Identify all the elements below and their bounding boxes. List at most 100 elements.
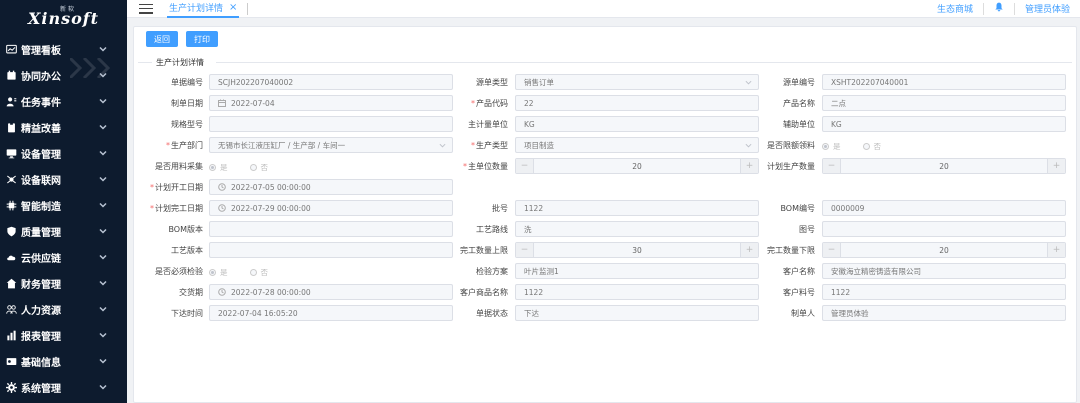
- bom-no-field[interactable]: 0000009: [822, 200, 1066, 216]
- main-unit-label-text: 主计量单位: [468, 120, 508, 129]
- source-type-field[interactable]: 销售订单: [515, 74, 759, 90]
- user-menu[interactable]: 管理员体验: [1015, 2, 1080, 15]
- status-value: 下达: [524, 308, 539, 318]
- cust-part-field[interactable]: 1122: [822, 284, 1066, 300]
- chevron-down-icon: [745, 79, 752, 86]
- main-unit-field[interactable]: KG: [515, 116, 759, 132]
- doc-date-label-text: 制单日期: [171, 99, 203, 108]
- lower-stepper[interactable]: − 20 +: [822, 242, 1066, 258]
- bom-no-value: 0000009: [831, 203, 865, 213]
- prod-type-field[interactable]: 项目制造: [515, 137, 759, 153]
- product-code-field[interactable]: 22: [515, 95, 759, 111]
- sidebar-item-label: 人力资源: [21, 305, 61, 317]
- sidebar-item[interactable]: 财务管理: [0, 270, 127, 296]
- bell-icon[interactable]: [984, 2, 1014, 15]
- route-ver-label: 工艺版本: [171, 245, 203, 256]
- finance-icon: [5, 277, 17, 289]
- sidebar-item[interactable]: 任务事件: [0, 88, 127, 114]
- doc-no-field[interactable]: SCJH202207040002: [209, 74, 453, 90]
- eco-mall-link[interactable]: 生态商城: [927, 2, 983, 15]
- route-field[interactable]: 洗: [515, 221, 759, 237]
- print-button[interactable]: 打印: [186, 31, 218, 47]
- sidebar-item-label: 报表管理: [21, 331, 61, 343]
- drawing-field[interactable]: [822, 221, 1066, 237]
- product-name-value: 二点: [831, 98, 846, 108]
- sidebar-item[interactable]: 质量管理: [0, 218, 127, 244]
- doc-date-field[interactable]: 2022-07-04: [209, 95, 453, 111]
- id-card-icon: [5, 355, 17, 367]
- radio-no[interactable]: 否: [862, 141, 882, 152]
- radio-yes-label: 是: [833, 142, 841, 151]
- radio-yes[interactable]: 是: [209, 267, 228, 278]
- cust-part-label-text: 客户料号: [783, 288, 815, 297]
- increment-button[interactable]: +: [1047, 159, 1065, 173]
- radio-no-label: 否: [873, 142, 882, 151]
- sidebar-item[interactable]: 精益改善: [0, 114, 127, 140]
- issue-time-value: 2022-07-04 16:05:20: [218, 308, 298, 318]
- sidebar-item[interactable]: 云供应链: [0, 244, 127, 270]
- tab-production-plan-detail[interactable]: 生产计划详情 ×: [167, 0, 240, 18]
- sidebar-item[interactable]: 报表管理: [0, 322, 127, 348]
- batch-no-field[interactable]: 1122: [515, 200, 759, 216]
- sidebar-item[interactable]: 协同办公: [0, 62, 127, 88]
- radio-no[interactable]: 否: [249, 267, 268, 278]
- plan-end-field[interactable]: 2022-07-29 00:00:00: [209, 200, 453, 216]
- route-ver-field[interactable]: [209, 242, 453, 258]
- chip-icon: [5, 199, 17, 211]
- product-name-field[interactable]: 二点: [822, 95, 1066, 111]
- spec-field[interactable]: [209, 116, 453, 132]
- product-code-label: *产品代码: [471, 98, 508, 109]
- sidebar-item[interactable]: 系统管理: [0, 374, 127, 400]
- plan-qty-stepper[interactable]: − 20 +: [822, 158, 1066, 174]
- increment-button[interactable]: +: [740, 243, 758, 257]
- decrement-button[interactable]: −: [516, 243, 534, 257]
- network-icon: [5, 173, 17, 185]
- decrement-button[interactable]: −: [823, 159, 841, 173]
- chevron-down-icon: [99, 383, 107, 391]
- sidebar-item[interactable]: 设备管理: [0, 140, 127, 166]
- tab-close-icon[interactable]: ×: [229, 2, 237, 13]
- spec-label-text: 规格型号: [171, 120, 203, 129]
- upper-stepper[interactable]: − 30 +: [515, 242, 759, 258]
- plan-start-field[interactable]: 2022-07-05 00:00:00: [209, 179, 453, 195]
- sidebar-item[interactable]: 管理看板: [0, 36, 127, 62]
- sidebar-item[interactable]: 人力资源: [0, 296, 127, 322]
- bom-ver-field[interactable]: [209, 221, 453, 237]
- main-qty-value: 20: [632, 161, 642, 171]
- delivery-field[interactable]: 2022-07-28 00:00:00: [209, 284, 453, 300]
- plan-end-label: *计划完工日期: [150, 203, 203, 214]
- maker-field[interactable]: 管理员体验: [822, 305, 1066, 321]
- logo-cn-text: 新软: [60, 6, 77, 13]
- main-qty-stepper[interactable]: − 20 +: [515, 158, 759, 174]
- customer-field[interactable]: 安徽海立精密铸造有限公司: [822, 263, 1066, 279]
- inspect-plan-field[interactable]: 叶片监测1: [515, 263, 759, 279]
- app-logo[interactable]: 新软 Xinsoft: [0, 0, 127, 36]
- source-no-field[interactable]: XSHT202207040001: [822, 74, 1066, 90]
- back-button[interactable]: 返回: [146, 31, 178, 47]
- aux-unit-field[interactable]: KG: [822, 116, 1066, 132]
- status-field[interactable]: 下达: [515, 305, 759, 321]
- plan-qty-label: 计划生产数量: [767, 161, 815, 172]
- route-label-text: 工艺路线: [476, 225, 508, 234]
- decrement-button[interactable]: −: [823, 243, 841, 257]
- calendar-icon: [218, 99, 226, 107]
- chevron-down-icon: [99, 253, 107, 261]
- radio-no[interactable]: 否: [249, 162, 268, 173]
- main-qty-label-text: 主单位数量: [468, 162, 508, 171]
- chevron-down-icon: [99, 45, 107, 53]
- people-icon: [5, 303, 17, 315]
- radio-yes[interactable]: 是: [822, 141, 841, 152]
- issue-time-field[interactable]: 2022-07-04 16:05:20: [209, 305, 453, 321]
- sidebar-item[interactable]: 智能制造: [0, 192, 127, 218]
- cust-product-field[interactable]: 1122: [515, 284, 759, 300]
- sidebar-item[interactable]: 基础信息: [0, 348, 127, 374]
- tab-divider: [247, 2, 249, 15]
- decrement-button[interactable]: −: [516, 159, 534, 173]
- dept-field[interactable]: 无锡市长江液压缸厂 / 生产部 / 车间一: [209, 137, 453, 153]
- bom-ver-label-text: BOM版本: [168, 225, 203, 234]
- radio-yes[interactable]: 是: [209, 162, 228, 173]
- menu-toggle-icon[interactable]: [139, 3, 153, 14]
- increment-button[interactable]: +: [740, 159, 758, 173]
- increment-button[interactable]: +: [1047, 243, 1065, 257]
- sidebar-item[interactable]: 设备联网: [0, 166, 127, 192]
